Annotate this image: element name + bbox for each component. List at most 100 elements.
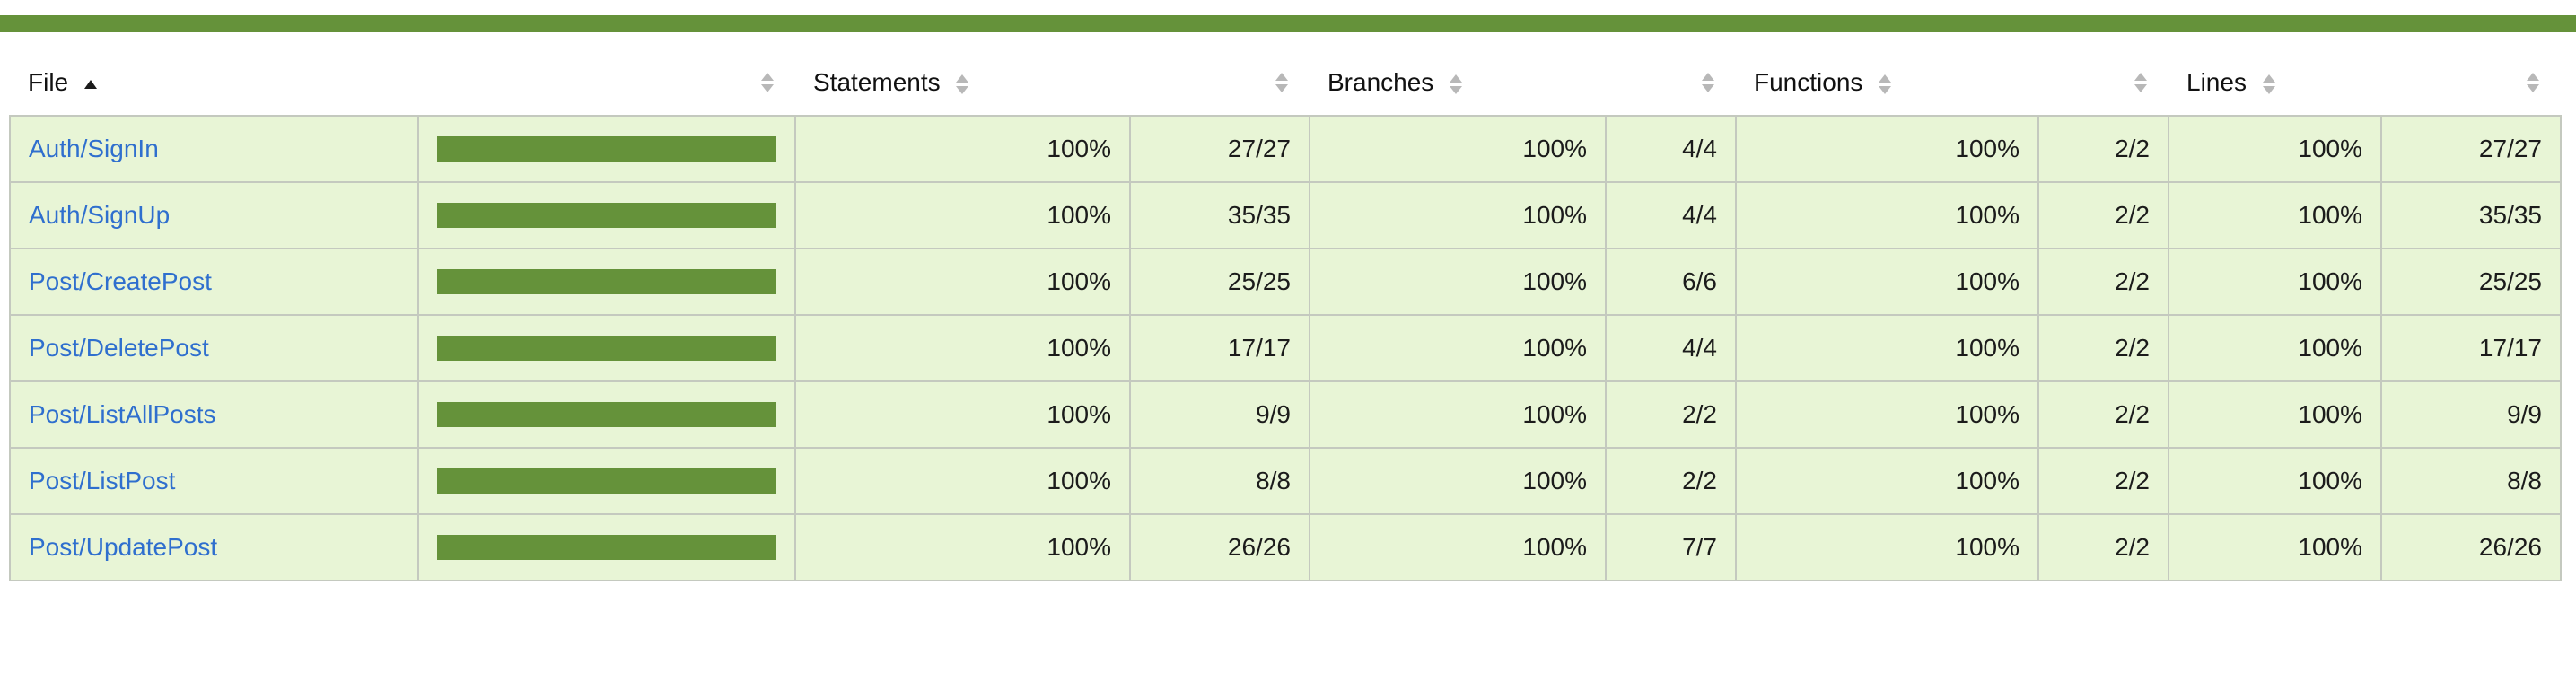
header-file[interactable]: File [10,50,418,116]
coverage-bar-cell [417,248,796,316]
branches-pct-cell: 100% [1309,447,1607,515]
lines-count-cell: 27/27 [2380,115,2562,183]
sort-icon[interactable] [2527,73,2539,92]
statements-pct-cell: 100% [794,181,1131,249]
coverage-bar [437,468,776,494]
functions-count-cell: 2/2 [2037,447,2169,515]
table-header-row: File Statements Branches Functions Lines [10,50,2561,116]
header-functions[interactable]: Functions [1736,50,2038,116]
file-link[interactable]: Auth/SignIn [29,135,159,162]
lines-pct-cell: 100% [2168,115,2382,183]
coverage-bar [437,336,776,361]
statements-count-cell: 17/17 [1129,314,1310,382]
coverage-bar-fill [437,336,776,361]
table-row: Auth/SignUp 100% 35/35 100% 4/4 100% 2/2 100% 35… [9,181,2562,249]
file-link[interactable]: Post/UpdatePost [29,533,217,561]
file-cell: Auth/SignUp [9,181,419,249]
coverage-bar [437,269,776,294]
header-statements[interactable]: Statements [795,50,1130,116]
branches-count-cell: 2/2 [1605,447,1737,515]
coverage-bar-cell [417,115,796,183]
header-statements-label: Statements [813,68,941,96]
coverage-bar-fill [437,136,776,162]
lines-pct-cell: 100% [2168,314,2382,382]
sort-ascending-icon[interactable] [83,79,97,89]
file-link[interactable]: Post/ListPost [29,467,175,494]
coverage-bar-cell [417,181,796,249]
functions-count-cell: 2/2 [2037,115,2169,183]
sort-icon[interactable] [2134,73,2147,92]
lines-pct-cell: 100% [2168,447,2382,515]
lines-pct-cell: 100% [2168,181,2382,249]
header-statements-count[interactable] [1130,50,1310,116]
header-lines-count[interactable] [2381,50,2561,116]
coverage-bar [437,535,776,560]
file-cell: Post/CreatePost [9,248,419,316]
lines-pct-cell: 100% [2168,513,2382,581]
functions-count-cell: 2/2 [2037,380,2169,449]
coverage-table: File Statements Branches Functions Lines… [9,50,2562,581]
sort-icon[interactable] [1702,73,1714,92]
file-link[interactable]: Post/DeletePost [29,334,209,362]
coverage-bar [437,136,776,162]
statements-count-cell: 9/9 [1129,380,1310,449]
lines-pct-cell: 100% [2168,380,2382,449]
header-branches[interactable]: Branches [1310,50,1606,116]
header-coverage-bar[interactable] [418,50,795,116]
file-link[interactable]: Post/ListAllPosts [29,400,216,428]
coverage-bar-fill [437,535,776,560]
branches-pct-cell: 100% [1309,115,1607,183]
statements-count-cell: 25/25 [1129,248,1310,316]
coverage-bar-fill [437,203,776,228]
coverage-bar-fill [437,468,776,494]
header-functions-label: Functions [1754,68,1863,96]
table-row: Post/UpdatePost 100% 26/26 100% 7/7 100% 2/2 10… [9,513,2562,581]
table-row: Auth/SignIn 100% 27/27 100% 4/4 100% 2/2 100% 27… [9,115,2562,183]
sort-icon[interactable] [1275,73,1288,92]
header-lines[interactable]: Lines [2169,50,2381,116]
statements-pct-cell: 100% [794,513,1131,581]
branches-pct-cell: 100% [1309,380,1607,449]
file-cell: Auth/SignIn [9,115,419,183]
statements-pct-cell: 100% [794,248,1131,316]
statements-count-cell: 26/26 [1129,513,1310,581]
file-cell: Post/ListPost [9,447,419,515]
branches-count-cell: 6/6 [1605,248,1737,316]
branches-count-cell: 2/2 [1605,380,1737,449]
sort-icon[interactable] [761,73,774,92]
table-row: Post/ListAllPosts 100% 9/9 100% 2/2 100% 2/2 10… [9,380,2562,449]
functions-pct-cell: 100% [1735,314,2039,382]
statements-count-cell: 35/35 [1129,181,1310,249]
branches-pct-cell: 100% [1309,513,1607,581]
branches-count-cell: 7/7 [1605,513,1737,581]
statements-pct-cell: 100% [794,380,1131,449]
branches-count-cell: 4/4 [1605,115,1737,183]
sort-icon[interactable] [1450,74,1463,94]
lines-count-cell: 17/17 [2380,314,2562,382]
lines-count-cell: 8/8 [2380,447,2562,515]
file-link[interactable]: Auth/SignUp [29,201,170,229]
functions-pct-cell: 100% [1735,513,2039,581]
sort-icon[interactable] [1879,74,1892,94]
coverage-bar-cell [417,447,796,515]
functions-pct-cell: 100% [1735,181,2039,249]
functions-pct-cell: 100% [1735,248,2039,316]
table-row: Post/CreatePost 100% 25/25 100% 6/6 100% 2/2 10… [9,248,2562,316]
lines-pct-cell: 100% [2168,248,2382,316]
functions-count-cell: 2/2 [2037,513,2169,581]
header-branches-count[interactable] [1606,50,1736,116]
coverage-bar-cell [417,314,796,382]
statements-pct-cell: 100% [794,314,1131,382]
sort-icon[interactable] [956,74,969,94]
statements-pct-cell: 100% [794,115,1131,183]
statements-count-cell: 27/27 [1129,115,1310,183]
branches-pct-cell: 100% [1309,248,1607,316]
file-link[interactable]: Post/CreatePost [29,267,212,295]
header-functions-count[interactable] [2038,50,2169,116]
functions-pct-cell: 100% [1735,380,2039,449]
sort-icon[interactable] [2262,74,2275,94]
coverage-bar-fill [437,269,776,294]
coverage-bar-fill [437,402,776,427]
functions-count-cell: 2/2 [2037,314,2169,382]
functions-pct-cell: 100% [1735,447,2039,515]
